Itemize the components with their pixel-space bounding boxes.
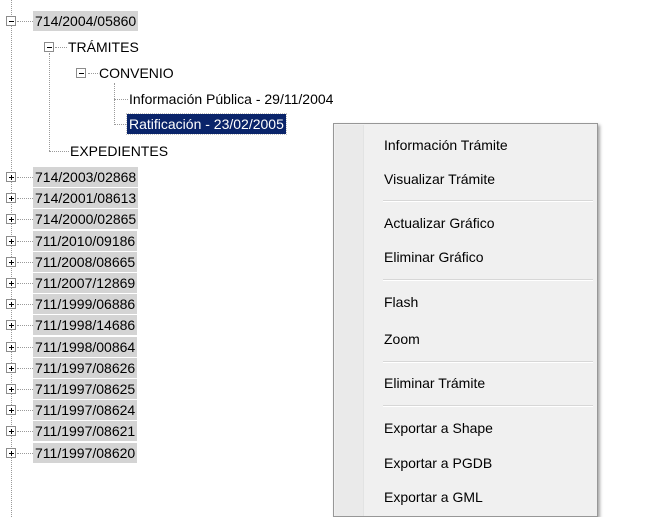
tree-line: [49, 53, 50, 151]
expand-toggle[interactable]: [6, 448, 16, 458]
menu-item-exportar-pgdb[interactable]: Exportar a PGDB: [336, 448, 595, 478]
expand-toggle[interactable]: [6, 299, 16, 309]
plus-icon: [11, 302, 12, 307]
menu-item-exportar-gml[interactable]: Exportar a GML: [336, 482, 595, 512]
tree-node-tramites[interactable]: TRÁMITES: [66, 37, 141, 57]
tree-line: [17, 177, 33, 178]
minus-icon: [47, 47, 52, 48]
tree-node[interactable]: 711/1997/08621: [33, 421, 138, 441]
tree-line: [17, 304, 33, 305]
plus-icon: [11, 345, 12, 350]
context-menu: Información Trámite Visualizar Trámite A…: [333, 123, 598, 517]
tree-line: [17, 198, 33, 199]
tree-line: [17, 431, 33, 432]
expand-toggle[interactable]: [6, 342, 16, 352]
minus-icon: [79, 73, 84, 74]
expand-toggle[interactable]: [6, 384, 16, 394]
expand-toggle[interactable]: [6, 214, 16, 224]
plus-icon: [11, 323, 12, 328]
plus-icon: [11, 429, 12, 434]
expand-toggle[interactable]: [6, 236, 16, 246]
tree-node[interactable]: 711/1997/08624: [33, 400, 138, 420]
menu-separator: [383, 361, 593, 363]
plus-icon: [11, 408, 12, 413]
collapse-root-toggle[interactable]: [6, 16, 16, 26]
menu-item-eliminar-grafico[interactable]: Eliminar Gráfico: [336, 242, 595, 272]
collapse-convenio-toggle[interactable]: [76, 68, 86, 78]
expand-toggle[interactable]: [6, 405, 16, 415]
tree-line: [17, 453, 33, 454]
collapse-tramites-toggle[interactable]: [44, 42, 54, 52]
expand-toggle[interactable]: [6, 172, 16, 182]
plus-icon: [11, 281, 12, 286]
tree-line: [49, 151, 69, 152]
plus-icon: [11, 196, 12, 201]
tree-line: [114, 83, 115, 123]
tree-node[interactable]: 711/2007/12869: [33, 273, 138, 293]
tree-line: [17, 262, 33, 263]
expand-toggle[interactable]: [6, 363, 16, 373]
tree-node-convenio[interactable]: CONVENIO: [97, 63, 176, 83]
tree-node-informacion-publica[interactable]: Información Pública - 29/11/2004: [127, 89, 335, 109]
expand-toggle[interactable]: [6, 278, 16, 288]
plus-icon: [11, 260, 12, 265]
tree-line: [17, 241, 33, 242]
menu-item-zoom[interactable]: Zoom: [336, 324, 595, 354]
tree-node-ratificacion-selected[interactable]: Ratificación - 23/02/2005: [126, 113, 287, 135]
tree-line: [17, 347, 33, 348]
plus-icon: [11, 451, 12, 456]
tree-node[interactable]: 714/2003/02868: [33, 167, 139, 187]
menu-item-visualizar-tramite[interactable]: Visualizar Trámite: [336, 164, 595, 194]
plus-icon: [11, 366, 12, 371]
tree-node[interactable]: 711/1999/06886: [33, 294, 138, 314]
plus-icon: [11, 239, 12, 244]
menu-separator: [383, 200, 593, 202]
tree-node[interactable]: 714/2001/08613: [33, 188, 139, 208]
tree-line: [114, 99, 128, 100]
tree-line: [17, 219, 33, 220]
menu-item-flash[interactable]: Flash: [336, 287, 595, 317]
plus-icon: [11, 217, 12, 222]
menu-item-eliminar-tramite[interactable]: Eliminar Trámite: [336, 368, 595, 398]
tree-line: [114, 124, 128, 125]
plus-icon: [11, 175, 12, 180]
menu-separator: [383, 279, 593, 281]
tree-node[interactable]: 714/2000/02865: [33, 209, 139, 229]
tree-line: [17, 21, 33, 22]
tree-node[interactable]: 711/1997/08626: [33, 358, 138, 378]
tree-node[interactable]: 711/1998/00864: [33, 337, 138, 357]
expand-toggle[interactable]: [6, 257, 16, 267]
tree-node-root[interactable]: 714/2004/05860: [33, 11, 139, 31]
tree-line: [17, 368, 33, 369]
tree-node[interactable]: 711/1997/08620: [33, 443, 138, 463]
menu-item-exportar-shape[interactable]: Exportar a Shape: [336, 413, 595, 443]
tree-node[interactable]: 711/1997/08625: [33, 379, 138, 399]
minus-icon: [9, 21, 14, 22]
menu-separator: [383, 405, 593, 407]
tree-node[interactable]: 711/2010/09186: [33, 231, 138, 251]
expand-toggle[interactable]: [6, 426, 16, 436]
menu-item-informacion-tramite[interactable]: Información Trámite: [336, 130, 595, 160]
tree-node-expedientes[interactable]: EXPEDIENTES: [68, 141, 170, 161]
expand-toggle[interactable]: [6, 320, 16, 330]
tree-line: [17, 325, 33, 326]
menu-item-actualizar-grafico[interactable]: Actualizar Gráfico: [336, 208, 595, 238]
tree-node[interactable]: 711/2008/08665: [33, 252, 138, 272]
plus-icon: [11, 387, 12, 392]
tree-line: [17, 410, 33, 411]
tree-line: [17, 389, 33, 390]
tree-line: [17, 283, 33, 284]
expand-toggle[interactable]: [6, 193, 16, 203]
tree-node[interactable]: 711/1998/14686: [33, 315, 138, 335]
